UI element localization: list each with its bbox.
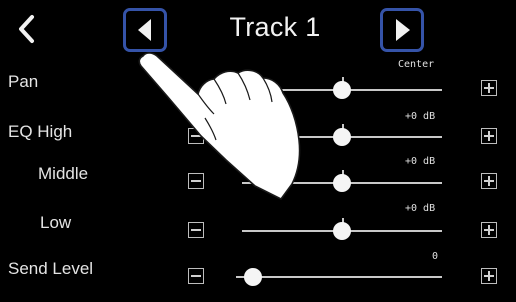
eq-middle-label: Middle xyxy=(38,164,89,183)
chevron-left-icon xyxy=(19,15,34,43)
pan-slider-knob[interactable] xyxy=(333,81,351,99)
page-title: Track 1 xyxy=(229,12,321,42)
eq-high-slider-knob[interactable] xyxy=(333,128,351,146)
triangle-right-icon xyxy=(396,19,410,41)
eq-middle-row: Middle +0 dB xyxy=(0,154,516,204)
pan-row: Pan Center xyxy=(0,58,516,108)
send-level-label: Send Level xyxy=(8,259,94,278)
eq-low-label: Low xyxy=(40,213,72,232)
next-track-button[interactable] xyxy=(380,8,424,52)
pan-plus-button[interactable] xyxy=(481,80,497,96)
eq-low-slider-knob[interactable] xyxy=(333,222,351,240)
eq-high-value: +0 dB xyxy=(405,111,436,122)
send-level-slider-knob[interactable] xyxy=(244,268,262,286)
eq-high-minus-button[interactable] xyxy=(188,128,204,144)
eq-middle-slider-knob[interactable] xyxy=(333,174,351,192)
send-level-slider-track[interactable] xyxy=(236,276,442,278)
eq-middle-minus-button[interactable] xyxy=(188,173,204,189)
eq-low-plus-button[interactable] xyxy=(481,222,497,238)
pan-label: Pan xyxy=(8,72,39,91)
eq-middle-value: +0 dB xyxy=(405,156,436,167)
send-level-row: Send Level 0 xyxy=(0,248,516,302)
eq-high-row: EQ High +0 dB xyxy=(0,108,516,158)
eq-middle-plus-button[interactable] xyxy=(481,173,497,189)
previous-track-button[interactable] xyxy=(123,8,167,52)
triangle-left-icon xyxy=(138,19,151,41)
back-button[interactable] xyxy=(12,12,42,46)
send-level-value: 0 xyxy=(432,251,439,262)
eq-low-value: +0 dB xyxy=(405,203,436,214)
send-level-plus-button[interactable] xyxy=(481,268,497,284)
eq-high-plus-button[interactable] xyxy=(481,128,497,144)
eq-high-label: EQ High xyxy=(8,122,73,141)
header-bar: Track 1 xyxy=(0,0,516,58)
eq-low-row: Low +0 dB xyxy=(0,200,516,250)
send-level-minus-button[interactable] xyxy=(188,268,204,284)
eq-low-minus-button[interactable] xyxy=(188,222,204,238)
pan-value: Center xyxy=(398,59,435,70)
